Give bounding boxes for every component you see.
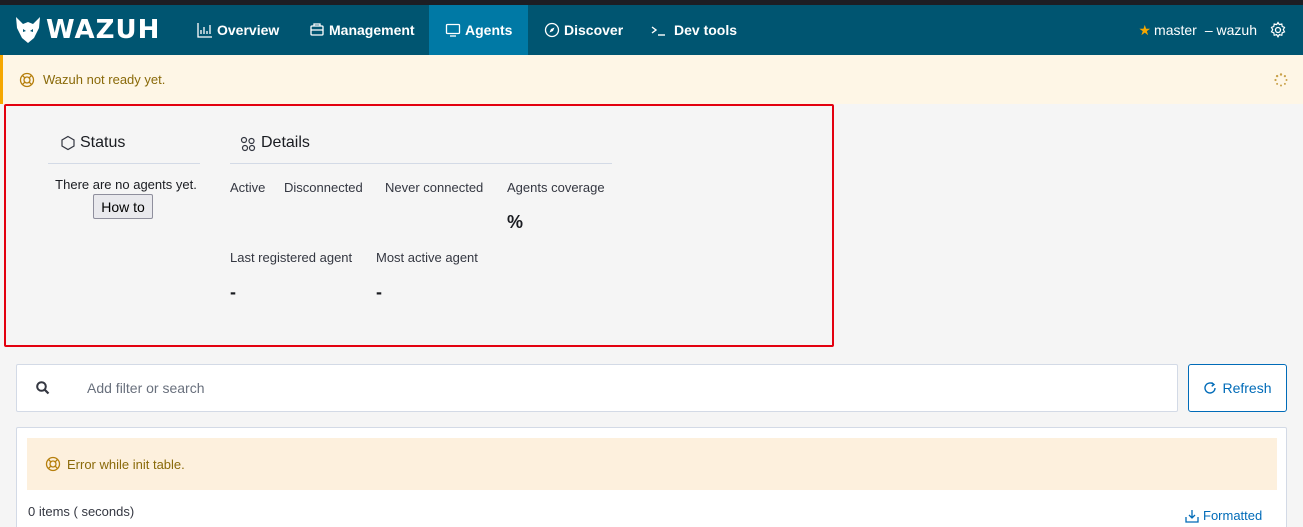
- top-navbar: WAZUH Overview Management Agents Discove…: [0, 5, 1303, 55]
- chart-icon: [197, 22, 213, 38]
- active-label: Active: [230, 180, 266, 195]
- brand-name: WAZUH: [46, 15, 161, 45]
- no-agents-message: There are no agents yet.: [55, 177, 197, 192]
- status-title: Status: [60, 134, 125, 152]
- cluster-icon: [239, 135, 257, 152]
- index-label: – wazuh: [1204, 22, 1257, 38]
- download-icon: [1185, 509, 1199, 523]
- refresh-icon: [1203, 381, 1217, 395]
- management-icon: [309, 22, 325, 38]
- search-input[interactable]: [77, 367, 1167, 409]
- star-icon: ★: [1138, 21, 1152, 38]
- wazuh-logo[interactable]: WAZUH: [14, 14, 160, 46]
- tab-dev-tools-label: Dev tools: [674, 22, 738, 38]
- status-divider: [48, 163, 200, 164]
- compass-icon: [544, 22, 560, 38]
- details-divider: [230, 163, 612, 164]
- lifebuoy-icon: [45, 456, 61, 472]
- details-title: Details: [239, 134, 310, 152]
- last-registered-label: Last registered agent: [230, 250, 353, 265]
- refresh-label: Refresh: [1222, 380, 1272, 396]
- tab-dev-tools[interactable]: Dev tools: [638, 5, 748, 55]
- agents-summary-panel: Status There are no agents yet. How to D…: [4, 104, 834, 347]
- console-icon: [650, 22, 670, 38]
- tab-overview-label: Overview: [217, 22, 280, 38]
- formatted-download-link[interactable]: Formatted: [1185, 508, 1262, 523]
- monitor-icon: [445, 22, 461, 38]
- tab-discover-label: Discover: [564, 22, 624, 38]
- how-to-button[interactable]: How to: [93, 194, 153, 219]
- not-ready-message: Wazuh not ready yet.: [43, 72, 166, 87]
- api-label: master: [1154, 22, 1197, 38]
- gear-icon[interactable]: [1269, 21, 1287, 39]
- lifebuoy-icon: [19, 72, 35, 88]
- table-error-callout: Error while init table.: [27, 438, 1277, 490]
- formatted-label: Formatted: [1203, 508, 1263, 523]
- search-bar: [16, 364, 1178, 412]
- disconnected-label: Disconnected: [284, 180, 363, 195]
- details-title-text: Details: [261, 134, 310, 151]
- most-active-label: Most active agent: [376, 250, 478, 265]
- never-connected-label: Never connected: [385, 180, 484, 195]
- tab-discover[interactable]: Discover: [530, 5, 630, 55]
- tab-agents-label: Agents: [465, 22, 513, 38]
- hexagon-icon: [60, 135, 76, 151]
- agents-coverage-label: Agents coverage: [507, 180, 605, 195]
- tab-management[interactable]: Management: [297, 5, 427, 55]
- tab-overview[interactable]: Overview: [185, 5, 289, 55]
- refresh-button[interactable]: Refresh: [1188, 364, 1287, 412]
- tab-agents[interactable]: Agents: [429, 5, 528, 55]
- loading-spinner-icon: [1274, 73, 1288, 87]
- last-registered-value: -: [230, 282, 236, 302]
- not-ready-callout: Wazuh not ready yet.: [0, 55, 1303, 104]
- most-active-value: -: [376, 282, 382, 302]
- items-count: 0 items ( seconds): [28, 504, 135, 519]
- search-icon: [35, 380, 51, 396]
- status-title-text: Status: [80, 134, 126, 151]
- wolf-icon: [16, 17, 40, 43]
- tab-management-label: Management: [329, 22, 415, 38]
- table-error-message: Error while init table.: [67, 456, 185, 472]
- api-selector[interactable]: ★ master – wazuh: [1138, 5, 1287, 55]
- agents-table-panel: Error while init table. 0 items ( second…: [16, 427, 1287, 527]
- agents-coverage-value: %: [507, 212, 524, 232]
